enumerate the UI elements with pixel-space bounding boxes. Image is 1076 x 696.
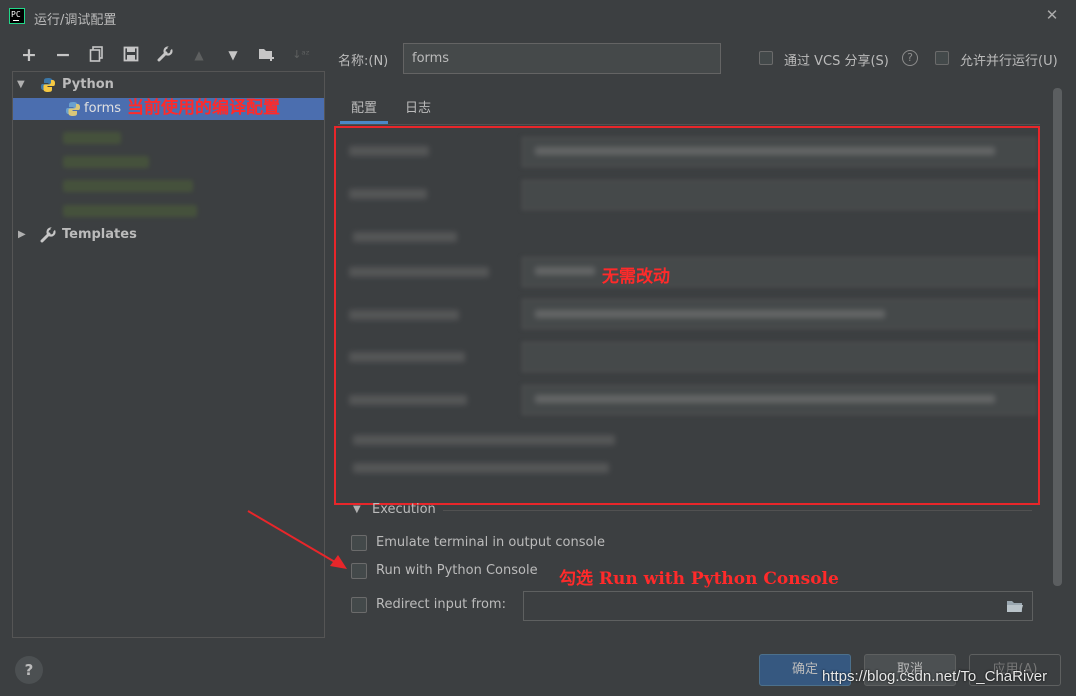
blurred-tree-item[interactable] — [63, 156, 149, 168]
annotation-current-config: 当前使用的编译配置 — [127, 98, 280, 118]
tab-log[interactable]: 日志 — [405, 97, 431, 116]
name-input[interactable] — [403, 43, 721, 74]
title-bar — [0, 0, 1076, 34]
wrench-icon — [40, 227, 56, 243]
wrench-icon[interactable] — [156, 45, 174, 64]
blurred-tree-item[interactable] — [63, 132, 121, 144]
copy-icon[interactable] — [88, 46, 106, 64]
vcs-share-label: 通过 VCS 分享(S) — [784, 54, 889, 69]
move-up-icon[interactable]: ▲ — [190, 46, 208, 64]
execution-collapse-icon[interactable]: ▼ — [353, 504, 361, 515]
window-title: 运行/调试配置 — [34, 13, 117, 28]
parallel-run-label: 允许并行运行(U) — [960, 54, 1058, 69]
annotation-check-run: 勾选 Run with Python Console — [559, 569, 839, 589]
tree-item-label: forms — [84, 101, 122, 116]
move-down-icon[interactable]: ▼ — [224, 46, 242, 64]
folder-icon[interactable] — [1006, 599, 1024, 613]
tab-config[interactable]: 配置 — [351, 97, 377, 116]
help-button[interactable]: ? — [15, 656, 43, 684]
annotation-box — [334, 126, 1040, 505]
tree-item-templates[interactable]: ▶ Templates — [13, 224, 324, 246]
active-tab-indicator — [340, 121, 388, 124]
scrollbar-thumb[interactable] — [1053, 88, 1062, 586]
annotation-arrow — [247, 510, 347, 569]
collapse-arrow-icon[interactable]: ▶ — [18, 230, 28, 240]
help-icon[interactable]: ? — [902, 50, 918, 66]
blurred-tree-item[interactable] — [63, 205, 197, 217]
tree-item-label: Python — [62, 77, 114, 92]
pycharm-logo-icon: PC — [9, 8, 25, 24]
emulate-terminal-label: Emulate terminal in output console — [376, 535, 606, 550]
remove-icon[interactable]: − — [54, 46, 72, 65]
add-icon[interactable]: + — [20, 46, 38, 65]
parallel-run-checkbox[interactable] — [935, 51, 949, 65]
run-with-console-label: Run with Python Console — [376, 563, 538, 578]
blurred-tree-item[interactable] — [63, 180, 193, 192]
python-icon — [66, 102, 80, 116]
tree-item-forms[interactable]: forms 当前使用的编译配置 — [13, 98, 324, 120]
redirect-input-field[interactable] — [523, 591, 1033, 621]
python-icon — [41, 78, 55, 92]
vcs-share-checkbox[interactable] — [759, 51, 773, 65]
new-folder-icon[interactable] — [258, 46, 276, 64]
name-label: 名称:(N) — [338, 54, 389, 69]
execution-section-label: Execution — [372, 502, 436, 517]
tabs-divider — [338, 124, 1040, 125]
watermark: https://blog.csdn.net/To_ChaRiver — [822, 668, 1048, 685]
save-icon[interactable] — [122, 46, 140, 64]
annotation-no-change: 无需改动 — [602, 267, 670, 287]
tree-item-python[interactable]: ▼ Python — [13, 74, 324, 96]
tree-item-label: Templates — [62, 227, 137, 242]
sort-icon[interactable]: ↓ᵃᶻ — [292, 46, 310, 64]
redirect-input-label: Redirect input from: — [376, 597, 506, 612]
expand-arrow-icon[interactable]: ▼ — [17, 80, 27, 90]
redirect-input-checkbox[interactable] — [351, 597, 367, 613]
execution-divider — [443, 510, 1032, 511]
close-icon[interactable]: ✕ — [1044, 6, 1060, 24]
